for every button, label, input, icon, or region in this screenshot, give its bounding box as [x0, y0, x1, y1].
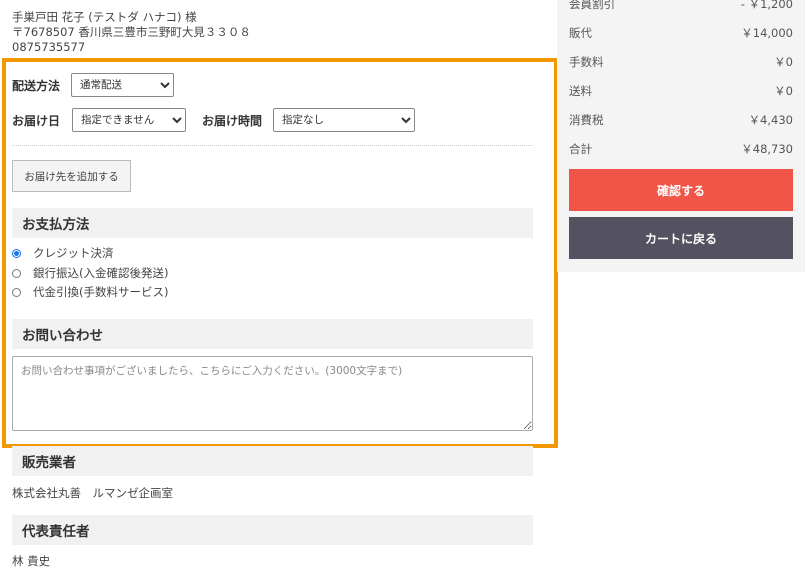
delivery-date-select[interactable]: 指定できません: [72, 108, 187, 132]
representative-heading: 代表責任者: [12, 515, 533, 545]
seller-name: 株式会社丸善 ルマンゼ企画室: [12, 486, 173, 500]
delivery-time-label: お届け時間: [202, 113, 263, 128]
delivery-date-row: お届け日 指定できません お届け時間 指定なし: [12, 108, 416, 132]
representative-name: 林 貴史: [12, 554, 51, 568]
payment-option-label: クレジット決済: [33, 246, 114, 260]
radio-icon[interactable]: [12, 268, 21, 278]
radio-icon[interactable]: [12, 287, 21, 297]
seller-heading: 販売業者: [12, 446, 533, 476]
summary-row-fee: 手数料 ￥0: [569, 54, 793, 70]
add-destination-button[interactable]: お届け先を追加する: [12, 160, 131, 192]
summary-label: 送料: [569, 84, 592, 98]
back-to-cart-button[interactable]: カートに戻る: [569, 217, 793, 259]
inquiry-textarea[interactable]: [12, 356, 533, 431]
summary-value: - ￥1,200: [740, 0, 793, 11]
confirm-button[interactable]: 確認する: [569, 169, 793, 211]
radio-selected-icon[interactable]: [12, 248, 21, 258]
summary-value: ￥4,430: [748, 113, 793, 127]
payment-heading: お支払方法: [12, 208, 533, 238]
delivery-date-label: お届け日: [12, 113, 61, 128]
summary-row-shipping: 送料 ￥0: [569, 83, 793, 99]
recipient-name: 手巣戸田 花子 (テストダ ハナコ) 様: [12, 10, 197, 24]
summary-label: 消費税: [569, 113, 604, 127]
delivery-method-row: 配送方法 通常配送: [12, 73, 175, 97]
summary-row-product: 販代 ￥14,000: [569, 25, 793, 41]
summary-label: 会員割引: [569, 0, 615, 11]
summary-row-tax: 消費税 ￥4,430: [569, 112, 793, 128]
payment-option-cod[interactable]: 代金引換(手数料サービス): [12, 284, 168, 300]
phone-number: 0875735577: [12, 40, 86, 54]
summary-value: ￥0: [774, 55, 793, 69]
payment-option-label: 代金引換(手数料サービス): [33, 285, 169, 299]
summary-row-discount: 会員割引 - ￥1,200: [569, 0, 793, 12]
delivery-time-select[interactable]: 指定なし: [273, 108, 416, 132]
summary-value: ￥0: [774, 84, 793, 98]
delivery-method-label: 配送方法: [12, 78, 61, 93]
postal-address: 〒7678507 香川県三豊市三野町大見３３０８: [12, 25, 251, 39]
delivery-method-select[interactable]: 通常配送: [71, 73, 175, 97]
summary-row-total: 合計 ￥48,730: [569, 141, 793, 157]
summary-label: 手数料: [569, 55, 604, 69]
payment-option-bank[interactable]: 銀行振込(入金確認後発送): [12, 265, 168, 281]
payment-option-label: 銀行振込(入金確認後発送): [33, 266, 169, 280]
summary-value: ￥48,730: [741, 142, 793, 156]
payment-option-credit[interactable]: クレジット決済: [12, 245, 114, 261]
summary-value: ￥14,000: [741, 26, 793, 40]
divider: [12, 145, 533, 146]
inquiry-heading: お問い合わせ: [12, 319, 533, 349]
shipping-address: 手巣戸田 花子 (テストダ ハナコ) 様 〒7678507 香川県三豊市三野町大…: [12, 10, 251, 55]
summary-label: 合計: [569, 142, 592, 156]
summary-label: 販代: [569, 26, 592, 40]
